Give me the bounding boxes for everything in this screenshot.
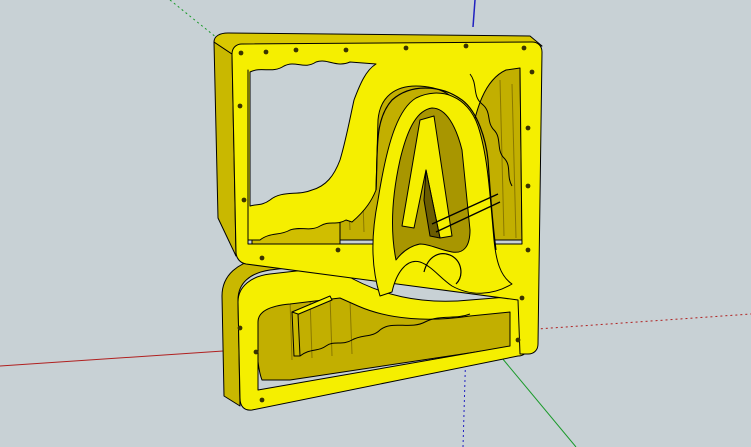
red-axis-solid [0,349,239,367]
screw-hole [525,125,531,131]
screw-hole [238,50,244,56]
screw-hole [529,69,535,75]
screw-hole [525,183,531,189]
screw-hole [259,255,265,261]
screw-hole [521,45,527,51]
screw-hole [403,45,409,51]
screw-hole [237,103,243,109]
screw-hole [259,397,265,403]
screw-hole [263,49,269,55]
screw-hole [525,247,531,253]
3d-viewport[interactable] [0,0,751,447]
screw-hole [253,349,259,355]
screw-hole [515,337,521,343]
screw-hole [463,43,469,49]
screw-hole [241,197,247,203]
screw-hole [293,47,299,53]
green-axis-solid [496,351,577,447]
screw-hole [519,295,525,301]
scene-canvas[interactable] [0,0,751,447]
screw-hole [237,325,243,331]
screw-hole [343,47,349,53]
screw-hole [335,247,341,253]
blue-axis-solid [472,0,476,28]
